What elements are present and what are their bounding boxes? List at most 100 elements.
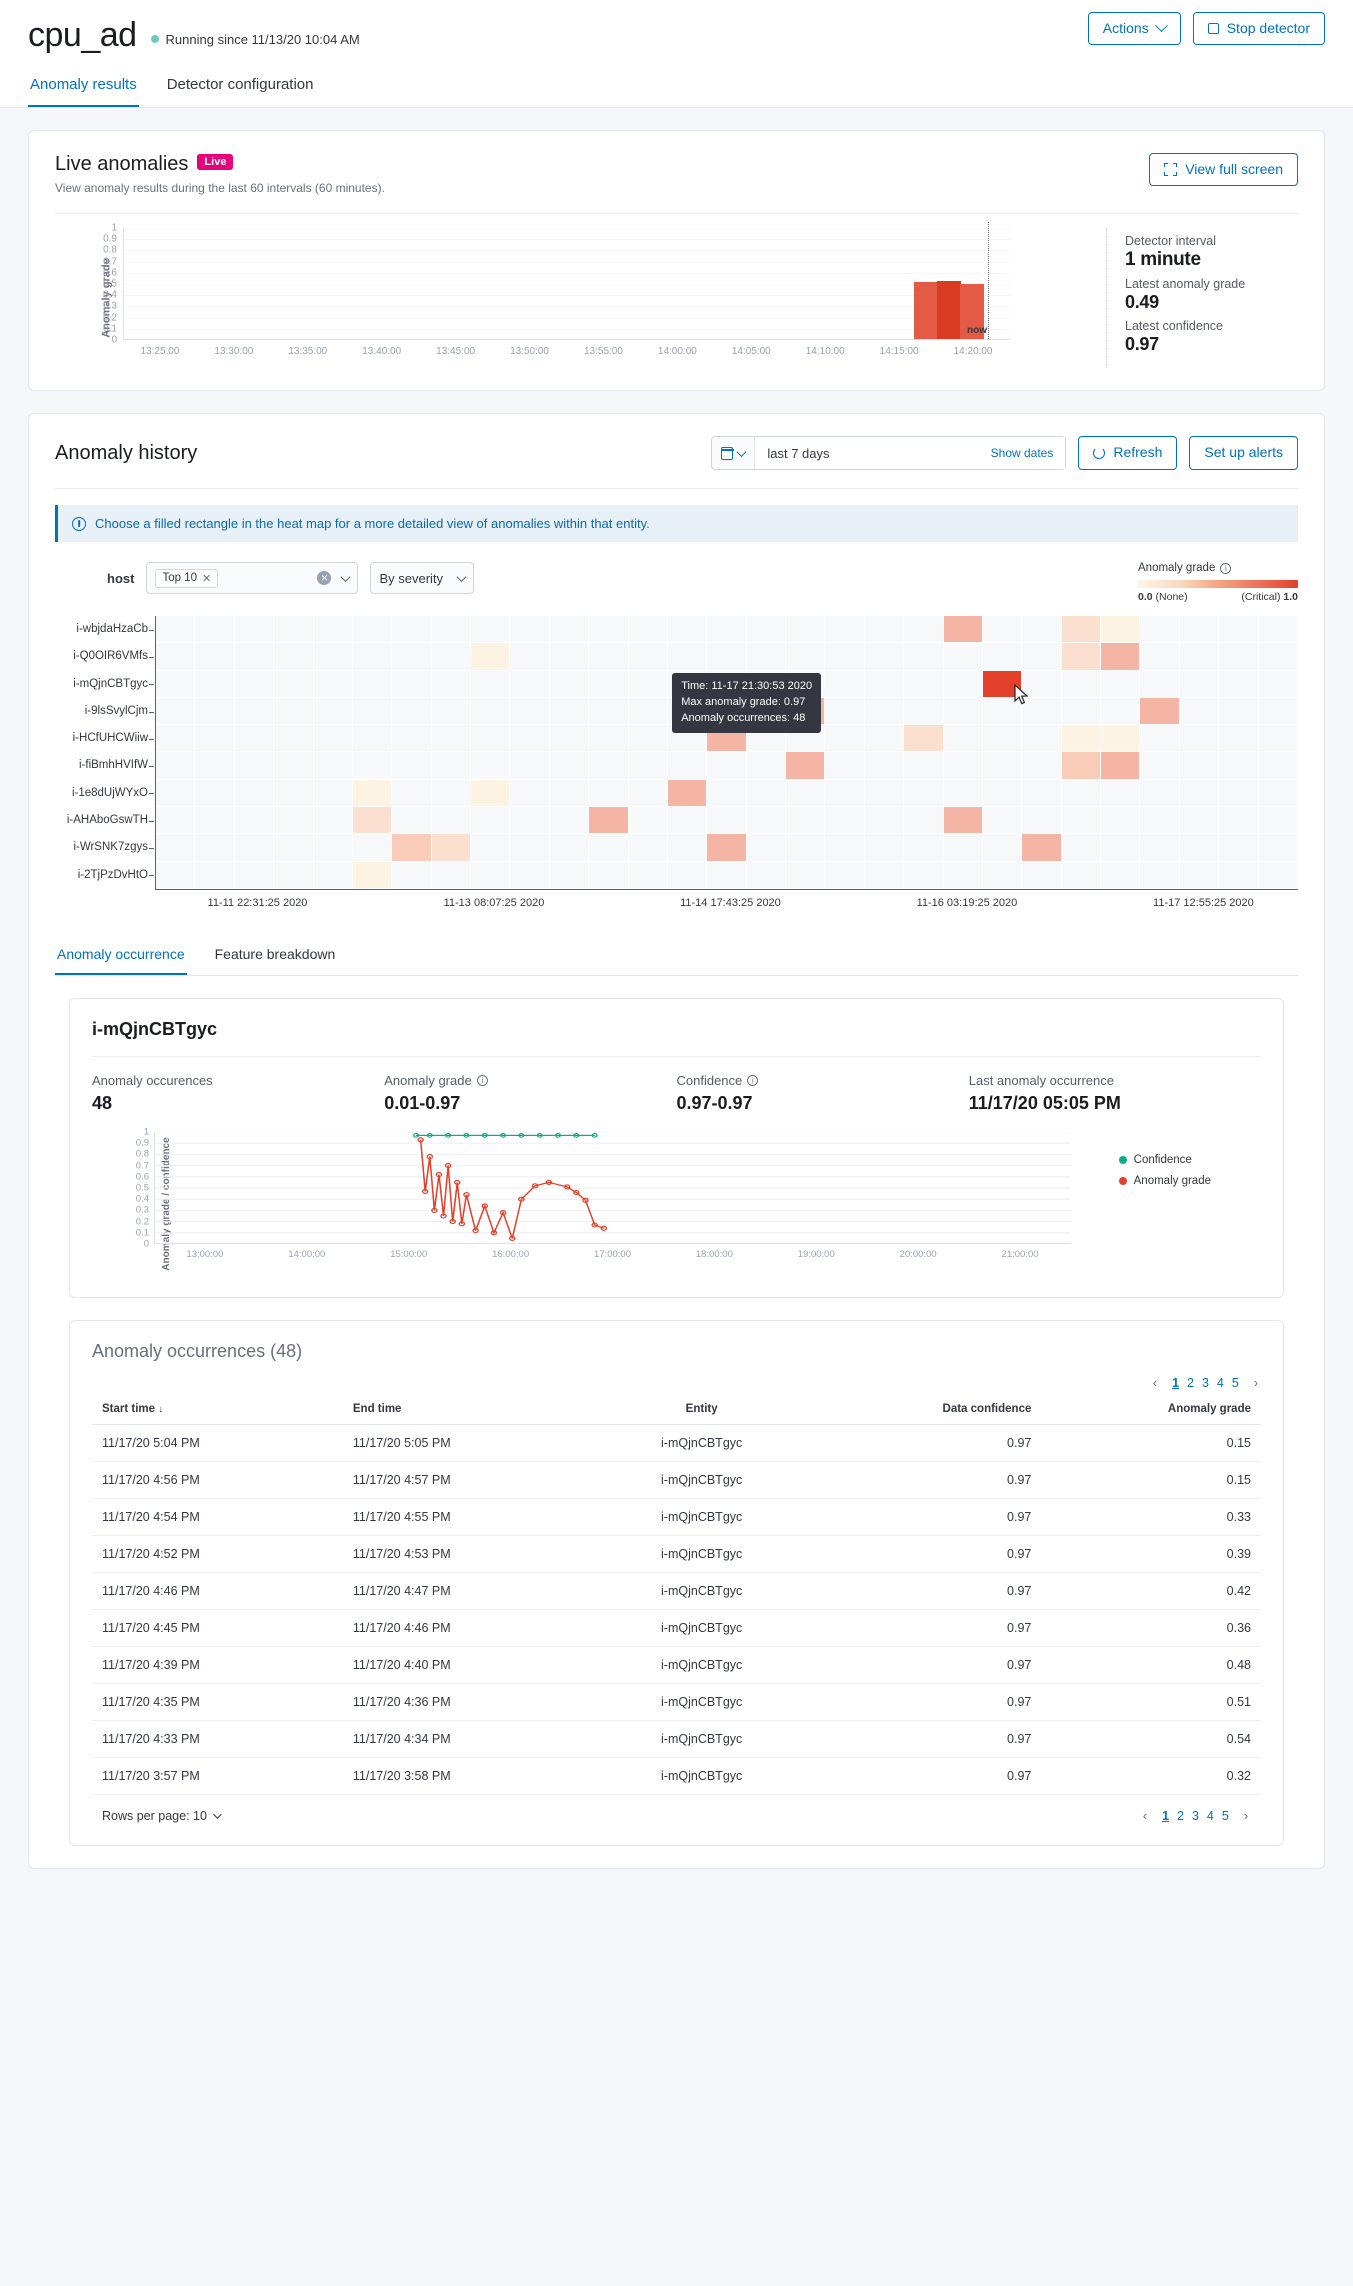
refresh-label: Refresh <box>1113 445 1162 460</box>
info-icon[interactable]: i <box>1220 563 1231 574</box>
heatmap-cell <box>983 780 1022 807</box>
metric-label: Last anomaly occurrence <box>969 1073 1261 1088</box>
col-start-time[interactable]: Start time ↓ <box>92 1394 343 1425</box>
page-link-5[interactable]: 5 <box>1218 1808 1233 1824</box>
heatmap-cell <box>1101 862 1140 889</box>
live-anomalies-chart[interactable]: Anomaly grade 00.10.20.30.40.50.60.70.80… <box>55 228 1106 368</box>
set-up-alerts-button[interactable]: Set up alerts <box>1189 436 1298 469</box>
view-full-screen-button[interactable]: View full screen <box>1149 153 1298 186</box>
heatmap-cell <box>589 752 628 779</box>
heatmap-cell[interactable] <box>944 807 983 834</box>
clear-selection-icon[interactable]: ✕ <box>317 571 331 585</box>
actions-button[interactable]: Actions <box>1088 12 1181 45</box>
heatmap-cell[interactable] <box>786 752 825 779</box>
info-icon[interactable]: i <box>747 1075 758 1086</box>
heatmap-cell[interactable] <box>668 780 707 807</box>
show-dates-link[interactable]: Show dates <box>979 437 1066 469</box>
refresh-button[interactable]: Refresh <box>1078 436 1177 469</box>
table-row[interactable]: 11/17/20 4:45 PM11/17/20 4:46 PMi-mQjnCB… <box>92 1609 1261 1646</box>
col-end-time[interactable]: End time <box>343 1394 594 1425</box>
heatmap-cell[interactable] <box>471 780 510 807</box>
heatmap-cell[interactable] <box>589 807 628 834</box>
page-link-2[interactable]: 2 <box>1183 1375 1198 1391</box>
heatmap-cell[interactable] <box>1101 725 1140 752</box>
cell-anomaly-grade: 0.15 <box>1041 1424 1261 1461</box>
heatmap-cell[interactable] <box>432 834 471 861</box>
prev-page-button[interactable]: ‹ <box>1140 1809 1150 1823</box>
page-link-3[interactable]: 3 <box>1188 1808 1203 1824</box>
occurrences-title: Anomaly occurrences (48) <box>92 1341 1261 1362</box>
heatmap-cell[interactable] <box>1062 616 1101 643</box>
table-row[interactable]: 11/17/20 4:56 PM11/17/20 4:57 PMi-mQjnCB… <box>92 1461 1261 1498</box>
latest-anomaly-grade-label: Latest anomaly grade <box>1125 277 1298 291</box>
heatmap-rows[interactable]: i-wbjdaHzaCbi-Q0OIR6VMfsi-mQjnCBTgyci-9l… <box>155 616 1298 890</box>
heatmap-cell <box>195 780 234 807</box>
calendar-dropdown[interactable] <box>712 437 755 469</box>
date-range-value[interactable]: last 7 days <box>755 437 978 469</box>
table-row[interactable]: 11/17/20 4:54 PM11/17/20 4:55 PMi-mQjnCB… <box>92 1498 1261 1535</box>
table-row[interactable]: 11/17/20 4:46 PM11/17/20 4:47 PMi-mQjnCB… <box>92 1572 1261 1609</box>
anomaly-bar[interactable] <box>937 281 961 339</box>
page-link-2[interactable]: 2 <box>1173 1808 1188 1824</box>
cell-end-time: 11/17/20 4:46 PM <box>343 1609 594 1646</box>
ytick: 0.4 <box>136 1194 149 1205</box>
heatmap-cell[interactable] <box>707 834 746 861</box>
cell-end-time: 11/17/20 4:57 PM <box>343 1461 594 1498</box>
heatmap-cell[interactable] <box>1101 643 1140 670</box>
col-data-confidence[interactable]: Data confidence <box>810 1394 1042 1425</box>
anomaly-heatmap[interactable]: i-wbjdaHzaCbi-Q0OIR6VMfsi-mQjnCBTgyci-9l… <box>55 616 1298 912</box>
heatmap-cell[interactable] <box>1140 698 1179 725</box>
anomaly-bar[interactable] <box>914 282 938 339</box>
heatmap-cell[interactable] <box>904 725 943 752</box>
page-link-1[interactable]: 1 <box>1158 1808 1173 1824</box>
heatmap-cell[interactable] <box>1101 616 1140 643</box>
col-entity[interactable]: Entity <box>594 1394 810 1425</box>
heatmap-cell[interactable] <box>944 616 983 643</box>
host-filter-pill[interactable]: Top 10 ✕ <box>155 569 218 588</box>
page-link-3[interactable]: 3 <box>1198 1375 1213 1391</box>
table-row[interactable]: 11/17/20 4:33 PM11/17/20 4:34 PMi-mQjnCB… <box>92 1720 1261 1757</box>
heatmap-cell <box>865 834 904 861</box>
subtab-feature-breakdown[interactable]: Feature breakdown <box>213 938 338 975</box>
heatmap-cell[interactable] <box>471 643 510 670</box>
heatmap-cell <box>825 616 864 643</box>
table-row[interactable]: 11/17/20 4:52 PM11/17/20 4:53 PMi-mQjnCB… <box>92 1535 1261 1572</box>
next-page-button[interactable]: › <box>1251 1376 1261 1390</box>
heatmap-cell[interactable] <box>353 780 392 807</box>
heatmap-callout: Choose a filled rectangle in the heat ma… <box>55 505 1298 542</box>
table-row[interactable]: 11/17/20 4:39 PM11/17/20 4:40 PMi-mQjnCB… <box>92 1646 1261 1683</box>
gridline <box>124 262 1010 263</box>
next-page-button[interactable]: › <box>1241 1809 1251 1823</box>
subtab-anomaly-occurrence[interactable]: Anomaly occurrence <box>55 938 187 975</box>
col-anomaly-grade[interactable]: Anomaly grade <box>1041 1394 1261 1425</box>
prev-page-button[interactable]: ‹ <box>1150 1376 1160 1390</box>
date-range-picker[interactable]: last 7 days Show dates <box>711 436 1066 470</box>
rows-per-page-selector[interactable]: Rows per page: 10 <box>102 1809 219 1823</box>
heatmap-cell <box>747 834 786 861</box>
table-row[interactable]: 11/17/20 3:57 PM11/17/20 3:58 PMi-mQjnCB… <box>92 1757 1261 1794</box>
heatmap-cell[interactable] <box>1022 834 1061 861</box>
page-link-4[interactable]: 4 <box>1203 1808 1218 1824</box>
table-row[interactable]: 11/17/20 4:35 PM11/17/20 4:36 PMi-mQjnCB… <box>92 1683 1261 1720</box>
info-icon[interactable]: i <box>477 1075 488 1086</box>
heatmap-cell[interactable] <box>392 834 431 861</box>
heatmap-cell[interactable] <box>1062 725 1101 752</box>
heatmap-cell <box>1180 698 1219 725</box>
tab-detector-configuration[interactable]: Detector configuration <box>165 66 316 107</box>
heatmap-cell[interactable] <box>1101 752 1140 779</box>
remove-pill-icon[interactable]: ✕ <box>202 572 211 585</box>
heatmap-cell[interactable] <box>1062 643 1101 670</box>
stop-detector-button[interactable]: Stop detector <box>1193 12 1325 45</box>
heatmap-cell[interactable] <box>353 862 392 889</box>
heatmap-cell[interactable] <box>353 807 392 834</box>
sort-by-combo[interactable]: By severity <box>370 562 474 594</box>
heatmap-cell[interactable] <box>1062 752 1101 779</box>
host-filter-combo[interactable]: Top 10 ✕ ✕ <box>146 562 358 594</box>
page-link-5[interactable]: 5 <box>1228 1375 1243 1391</box>
actions-button-label: Actions <box>1103 21 1149 36</box>
tab-anomaly-results[interactable]: Anomaly results <box>28 66 139 107</box>
table-row[interactable]: 11/17/20 5:04 PM11/17/20 5:05 PMi-mQjnCB… <box>92 1424 1261 1461</box>
page-link-4[interactable]: 4 <box>1213 1375 1228 1391</box>
page-link-1[interactable]: 1 <box>1168 1375 1183 1391</box>
anomaly-occurrence-chart[interactable]: Anomaly grade / confidence 00.10.20.30.4… <box>92 1132 1261 1277</box>
